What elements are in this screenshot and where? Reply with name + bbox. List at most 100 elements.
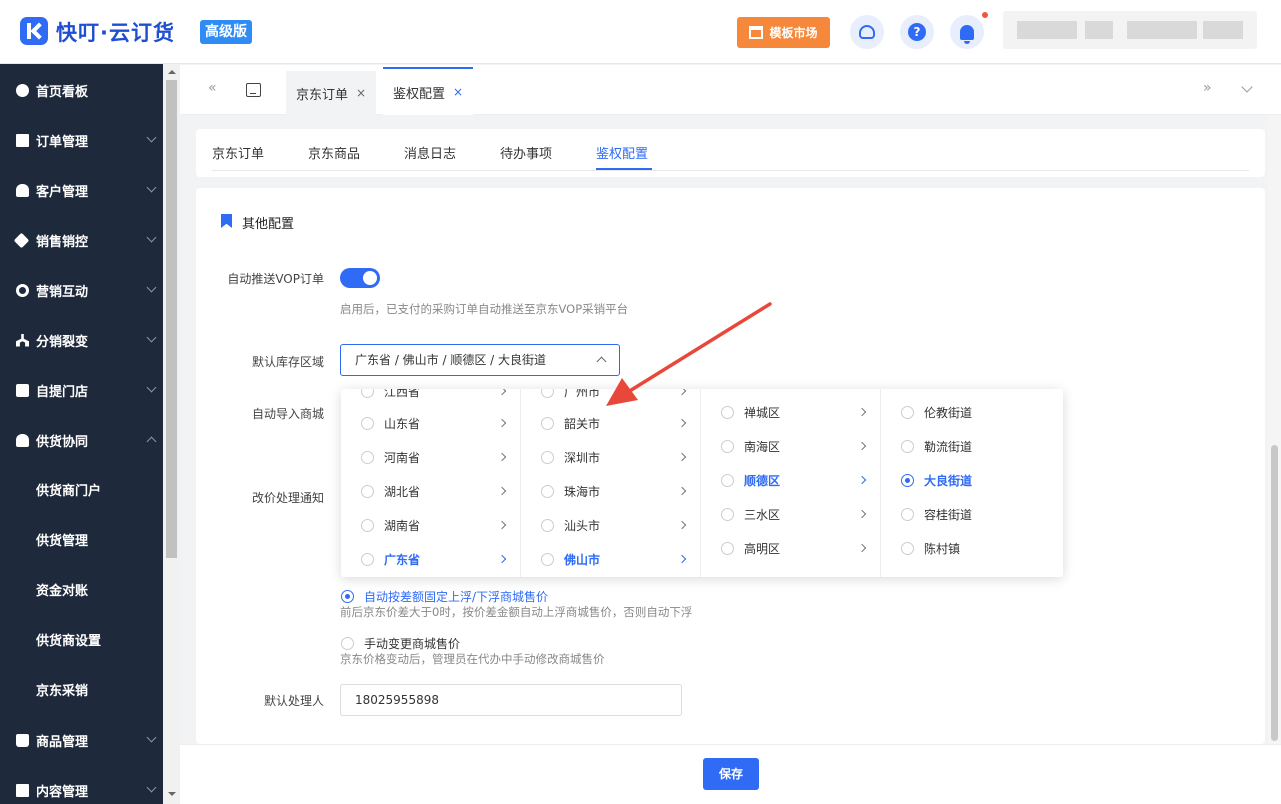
tab-jd-products[interactable]: 京东商品 — [308, 143, 360, 162]
option-label: 顺德区 — [744, 473, 781, 488]
handler-input[interactable]: 18025955898 — [340, 684, 682, 716]
chevron-up-icon — [146, 436, 157, 447]
auto-push-label: 自动推送VOP订单 — [227, 272, 324, 286]
cascader-option-selected[interactable]: 顺德区 — [701, 463, 881, 497]
stock-area-select[interactable]: 广东省 / 佛山市 / 顺德区 / 大良街道 — [340, 344, 620, 376]
sidebar-item-orders[interactable]: 订单管理 — [0, 115, 163, 165]
user-account-blurred[interactable] — [1003, 11, 1257, 49]
cascader-option-selected[interactable]: 佛山市 — [521, 542, 701, 576]
radio-button[interactable] — [541, 552, 554, 566]
tabs-scroll-left-icon[interactable]: « — [208, 80, 217, 96]
sidebar-subitem-supplier-settings[interactable]: 供货商设置 — [0, 614, 163, 664]
radio-button[interactable] — [901, 405, 914, 419]
cascader-option[interactable]: 伦教街道 — [881, 395, 1061, 429]
chevron-right-icon — [497, 389, 507, 396]
cascader-option[interactable]: 勒流街道 — [881, 429, 1061, 463]
sidebar-subitem-supplier-portal[interactable]: 供货商门户 — [0, 464, 163, 514]
sidebar-item-label: 客户管理 — [36, 184, 89, 200]
sidebar-item-content[interactable]: 内容管理 — [0, 765, 163, 804]
scroll-up-icon[interactable] — [168, 70, 176, 74]
radio-button[interactable] — [901, 507, 914, 521]
bag-icon — [16, 733, 29, 747]
sidebar-scrollbar-thumb[interactable] — [166, 80, 177, 558]
chevron-right-icon — [857, 407, 867, 417]
radio-button[interactable] — [361, 416, 374, 430]
radio-button-checked[interactable] — [901, 473, 914, 487]
radio-button[interactable] — [901, 439, 914, 453]
auto-push-toggle[interactable] — [340, 268, 380, 288]
app-logo-icon[interactable] — [20, 17, 48, 45]
help-button[interactable]: ? — [900, 15, 934, 49]
radio-button[interactable] — [541, 450, 554, 464]
radio-button[interactable] — [541, 484, 554, 498]
sidebar-item-customers[interactable]: 客户管理 — [0, 165, 163, 215]
cascader-option[interactable]: 汕头市 — [521, 508, 701, 542]
close-icon[interactable]: × — [453, 85, 463, 99]
tab-auth-config[interactable]: 鉴权配置 — [596, 143, 648, 162]
cascader-option[interactable]: 南海区 — [701, 429, 881, 463]
radio-button-checked[interactable] — [341, 590, 354, 603]
content-scrollbar-thumb[interactable] — [1271, 445, 1278, 741]
tab-message-log[interactable]: 消息日志 — [404, 143, 456, 162]
cascader-option-selected[interactable]: 广东省 — [341, 542, 521, 576]
save-button[interactable]: 保存 — [703, 758, 759, 790]
sidebar-subitem-jd-purchase[interactable]: 京东采销 — [0, 664, 163, 714]
cascader-option-selected[interactable]: 大良街道 — [881, 463, 1061, 497]
sidebar-item-products[interactable]: 商品管理 — [0, 715, 163, 765]
cascader-option[interactable]: 陈村镇 — [881, 531, 1061, 565]
sidebar-item-distribution[interactable]: 分销裂变 — [0, 315, 163, 365]
scroll-down-icon[interactable] — [168, 792, 176, 796]
cascader-option[interactable]: 珠海市 — [521, 474, 701, 508]
price-option-auto-label[interactable]: 自动按差额固定上浮/下浮商城售价 — [364, 588, 548, 605]
radio-button[interactable] — [541, 416, 554, 430]
customer-service-button[interactable] — [850, 15, 884, 49]
close-icon[interactable]: × — [356, 86, 366, 100]
sidebar-subitem-reconciliation[interactable]: 资金对账 — [0, 564, 163, 614]
annotation-arrow-icon — [606, 302, 772, 406]
option-label: 佛山市 — [564, 552, 601, 567]
cascader-option[interactable]: 高明区 — [701, 531, 881, 565]
sidebar-item-pickup-store[interactable]: 自提门店 — [0, 365, 163, 415]
cascader-option[interactable]: 山东省 — [341, 406, 521, 440]
option-label: 广州市 — [564, 389, 601, 399]
chevron-right-icon — [677, 486, 687, 496]
tab-todo[interactable]: 待办事项 — [500, 143, 552, 162]
tab-jd-orders[interactable]: 京东订单 — [212, 143, 264, 162]
radio-button[interactable] — [361, 389, 374, 398]
radio-button[interactable] — [541, 518, 554, 532]
cascader-option[interactable]: 容桂街道 — [881, 497, 1061, 531]
radio-button[interactable] — [721, 541, 734, 555]
radio-button[interactable] — [541, 389, 554, 398]
sidebar-item-marketing[interactable]: 营销互动 — [0, 265, 163, 315]
sidebar-item-supply[interactable]: 供货协同 — [0, 415, 163, 465]
cascader-option[interactable]: 湖北省 — [341, 474, 521, 508]
home-icon[interactable] — [246, 83, 261, 97]
cascader-option[interactable]: 河南省 — [341, 440, 521, 474]
chevron-down-icon — [146, 282, 157, 293]
sidebar-item-sales[interactable]: 销售销控 — [0, 215, 163, 265]
notification-button[interactable] — [950, 15, 984, 49]
page-tab-auth-config[interactable]: 鉴权配置 × — [383, 67, 474, 115]
radio-button[interactable] — [721, 439, 734, 453]
cascader-option[interactable]: 深圳市 — [521, 440, 701, 474]
cascader-option[interactable]: 湖南省 — [341, 508, 521, 542]
sidebar-item-dashboard[interactable]: 首页看板 — [0, 65, 163, 115]
radio-button[interactable] — [721, 473, 734, 487]
sidebar-subitem-supply-management[interactable]: 供货管理 — [0, 514, 163, 564]
radio-button[interactable] — [361, 450, 374, 464]
cascader-option[interactable]: 三水区 — [701, 497, 881, 531]
radio-button[interactable] — [361, 518, 374, 532]
page-tab-jd-orders[interactable]: 京东订单 × — [286, 71, 377, 115]
cascader-option[interactable]: 韶关市 — [521, 406, 701, 440]
brand-name[interactable]: 快叮·云订货 — [56, 17, 175, 47]
radio-button[interactable] — [721, 507, 734, 521]
template-market-button[interactable]: 模板市场 — [737, 17, 830, 48]
option-label: 韶关市 — [564, 416, 601, 431]
document-icon — [16, 783, 29, 797]
price-option-manual-label[interactable]: 手动变更商城售价 — [364, 635, 460, 652]
radio-button[interactable] — [361, 552, 374, 566]
radio-button[interactable] — [341, 637, 354, 650]
radio-button[interactable] — [361, 484, 374, 498]
radio-button[interactable] — [901, 541, 914, 555]
tabs-scroll-right-icon[interactable]: » — [1203, 80, 1212, 96]
